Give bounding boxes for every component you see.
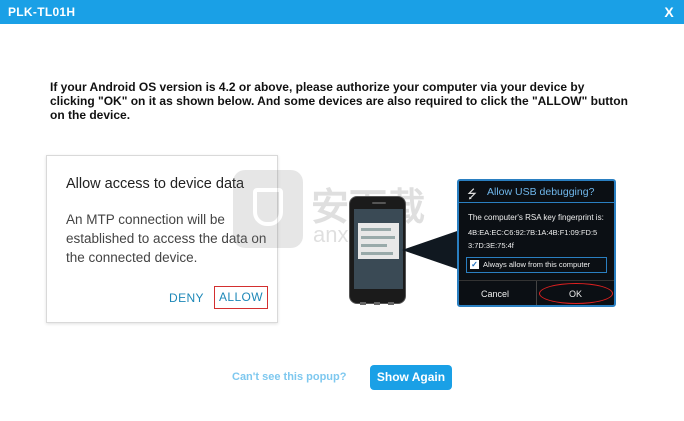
usb-debugging-dialog-illustration: ⭍ Allow USB debugging? The computer's RS…	[457, 179, 616, 307]
phone-screen	[354, 209, 403, 289]
checkmark-icon: ✓	[470, 260, 479, 269]
fingerprint-line-2: 3:7D:3E:75:4f	[468, 241, 514, 250]
instruction-text: If your Android OS version is 4.2 or abo…	[50, 80, 628, 122]
window-title: PLK-TL01H	[8, 5, 76, 19]
phone-illustration	[349, 196, 406, 305]
cant-see-popup-link[interactable]: Can't see this popup?	[232, 371, 346, 383]
allow-label-highlighted: ALLOW	[214, 286, 268, 309]
show-again-button[interactable]: Show Again	[370, 365, 452, 390]
mtp-dialog-body: An MTP connection will be established to…	[66, 212, 267, 265]
mtp-permission-dialog-illustration: Allow access to device data An MTP conne…	[46, 155, 278, 323]
always-allow-checkbox: ✓ Always allow from this computer	[466, 257, 607, 273]
fingerprint-label: The computer's RSA key fingerprint is:	[468, 213, 604, 222]
usb-icon: ⭍	[467, 187, 477, 201]
cancel-label: Cancel	[481, 289, 510, 299]
ok-label: OK	[569, 289, 583, 299]
always-allow-label: Always allow from this computer	[483, 260, 591, 269]
usb-dialog-title: Allow USB debugging?	[487, 186, 595, 198]
mtp-dialog-title: Allow access to device data	[66, 176, 245, 192]
fingerprint-line-1: 4B:EA:EC:C6:92:7B:1A:4B:F1:09:FD:5	[468, 228, 598, 237]
close-button[interactable]: X	[660, 3, 678, 21]
deny-label: DENY	[169, 291, 204, 305]
title-bar: PLK-TL01H X	[0, 0, 684, 24]
callout-pointer	[402, 230, 460, 270]
